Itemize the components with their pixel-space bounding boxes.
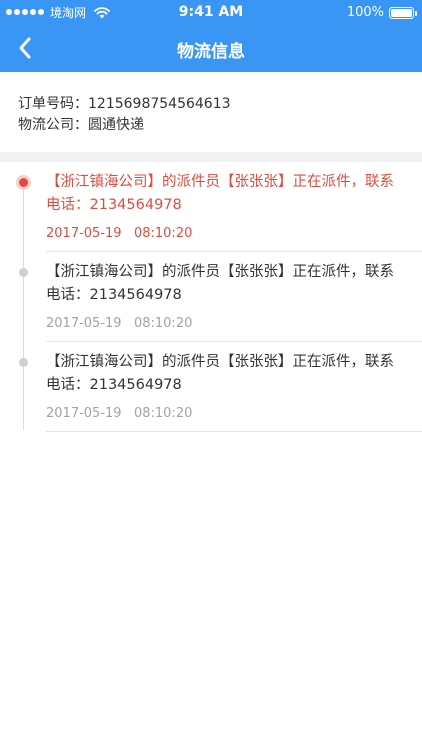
top-bar: 境淘网 9:41 AM 100% 物流信息	[0, 0, 422, 72]
timeline-item: 【浙江镇海公司】的派件员【张张张】正在派件，联系电话：2134564978 20…	[0, 252, 422, 342]
timeline-dot-icon	[19, 358, 28, 367]
timeline-item-text: 【浙江镇海公司】的派件员【张张张】正在派件，联系电话：2134564978	[46, 264, 394, 303]
timeline-item: 【浙江镇海公司】的派件员【张张张】正在派件，联系电话：2134564978 20…	[0, 342, 422, 432]
timeline-item-datetime: 2017-05-19 08:10:20	[46, 406, 192, 421]
section-divider	[0, 152, 422, 162]
battery-status: 100%	[346, 5, 417, 20]
order-number-row: 订单号码：1215698754564613	[18, 94, 422, 115]
order-number-label: 订单号码：	[18, 96, 88, 112]
timeline-item-text: 【浙江镇海公司】的派件员【张张张】正在派件，联系电话：2134564978	[46, 174, 394, 213]
timeline-item-date: 2017-05-19	[46, 316, 122, 331]
order-number-value: 1215698754564613	[88, 96, 231, 112]
timeline-dot-icon	[19, 268, 28, 277]
page-title: 物流信息	[177, 42, 245, 62]
logistics-company-row: 物流公司：圆通快递	[18, 115, 422, 136]
timeline-item-datetime: 2017-05-19 08:10:20	[46, 226, 192, 241]
timeline-item-time: 08:10:20	[133, 316, 193, 331]
timeline-item-time: 08:10:20	[133, 226, 193, 241]
timeline-item-time: 08:10:20	[133, 406, 193, 421]
timeline-dot-icon	[16, 175, 31, 190]
logistics-company-value: 圆通快递	[88, 117, 144, 133]
order-info: 订单号码：1215698754564613 物流公司：圆通快递	[0, 72, 422, 152]
timeline-item-separator	[46, 431, 422, 432]
timeline-item-date: 2017-05-19	[46, 406, 122, 421]
timeline-item-text: 【浙江镇海公司】的派件员【张张张】正在派件，联系电话：2134564978	[46, 354, 394, 393]
timeline-item-date: 2017-05-19	[46, 226, 122, 241]
status-bar: 境淘网 9:41 AM 100%	[0, 0, 422, 24]
timeline-item-datetime: 2017-05-19 08:10:20	[46, 316, 192, 331]
nav-bar: 物流信息	[0, 24, 422, 72]
battery-percent: 100%	[346, 5, 384, 20]
logistics-company-label: 物流公司：	[18, 117, 88, 133]
battery-icon	[389, 6, 417, 19]
timeline-item: 【浙江镇海公司】的派件员【张张张】正在派件，联系电话：2134564978 20…	[0, 162, 422, 252]
